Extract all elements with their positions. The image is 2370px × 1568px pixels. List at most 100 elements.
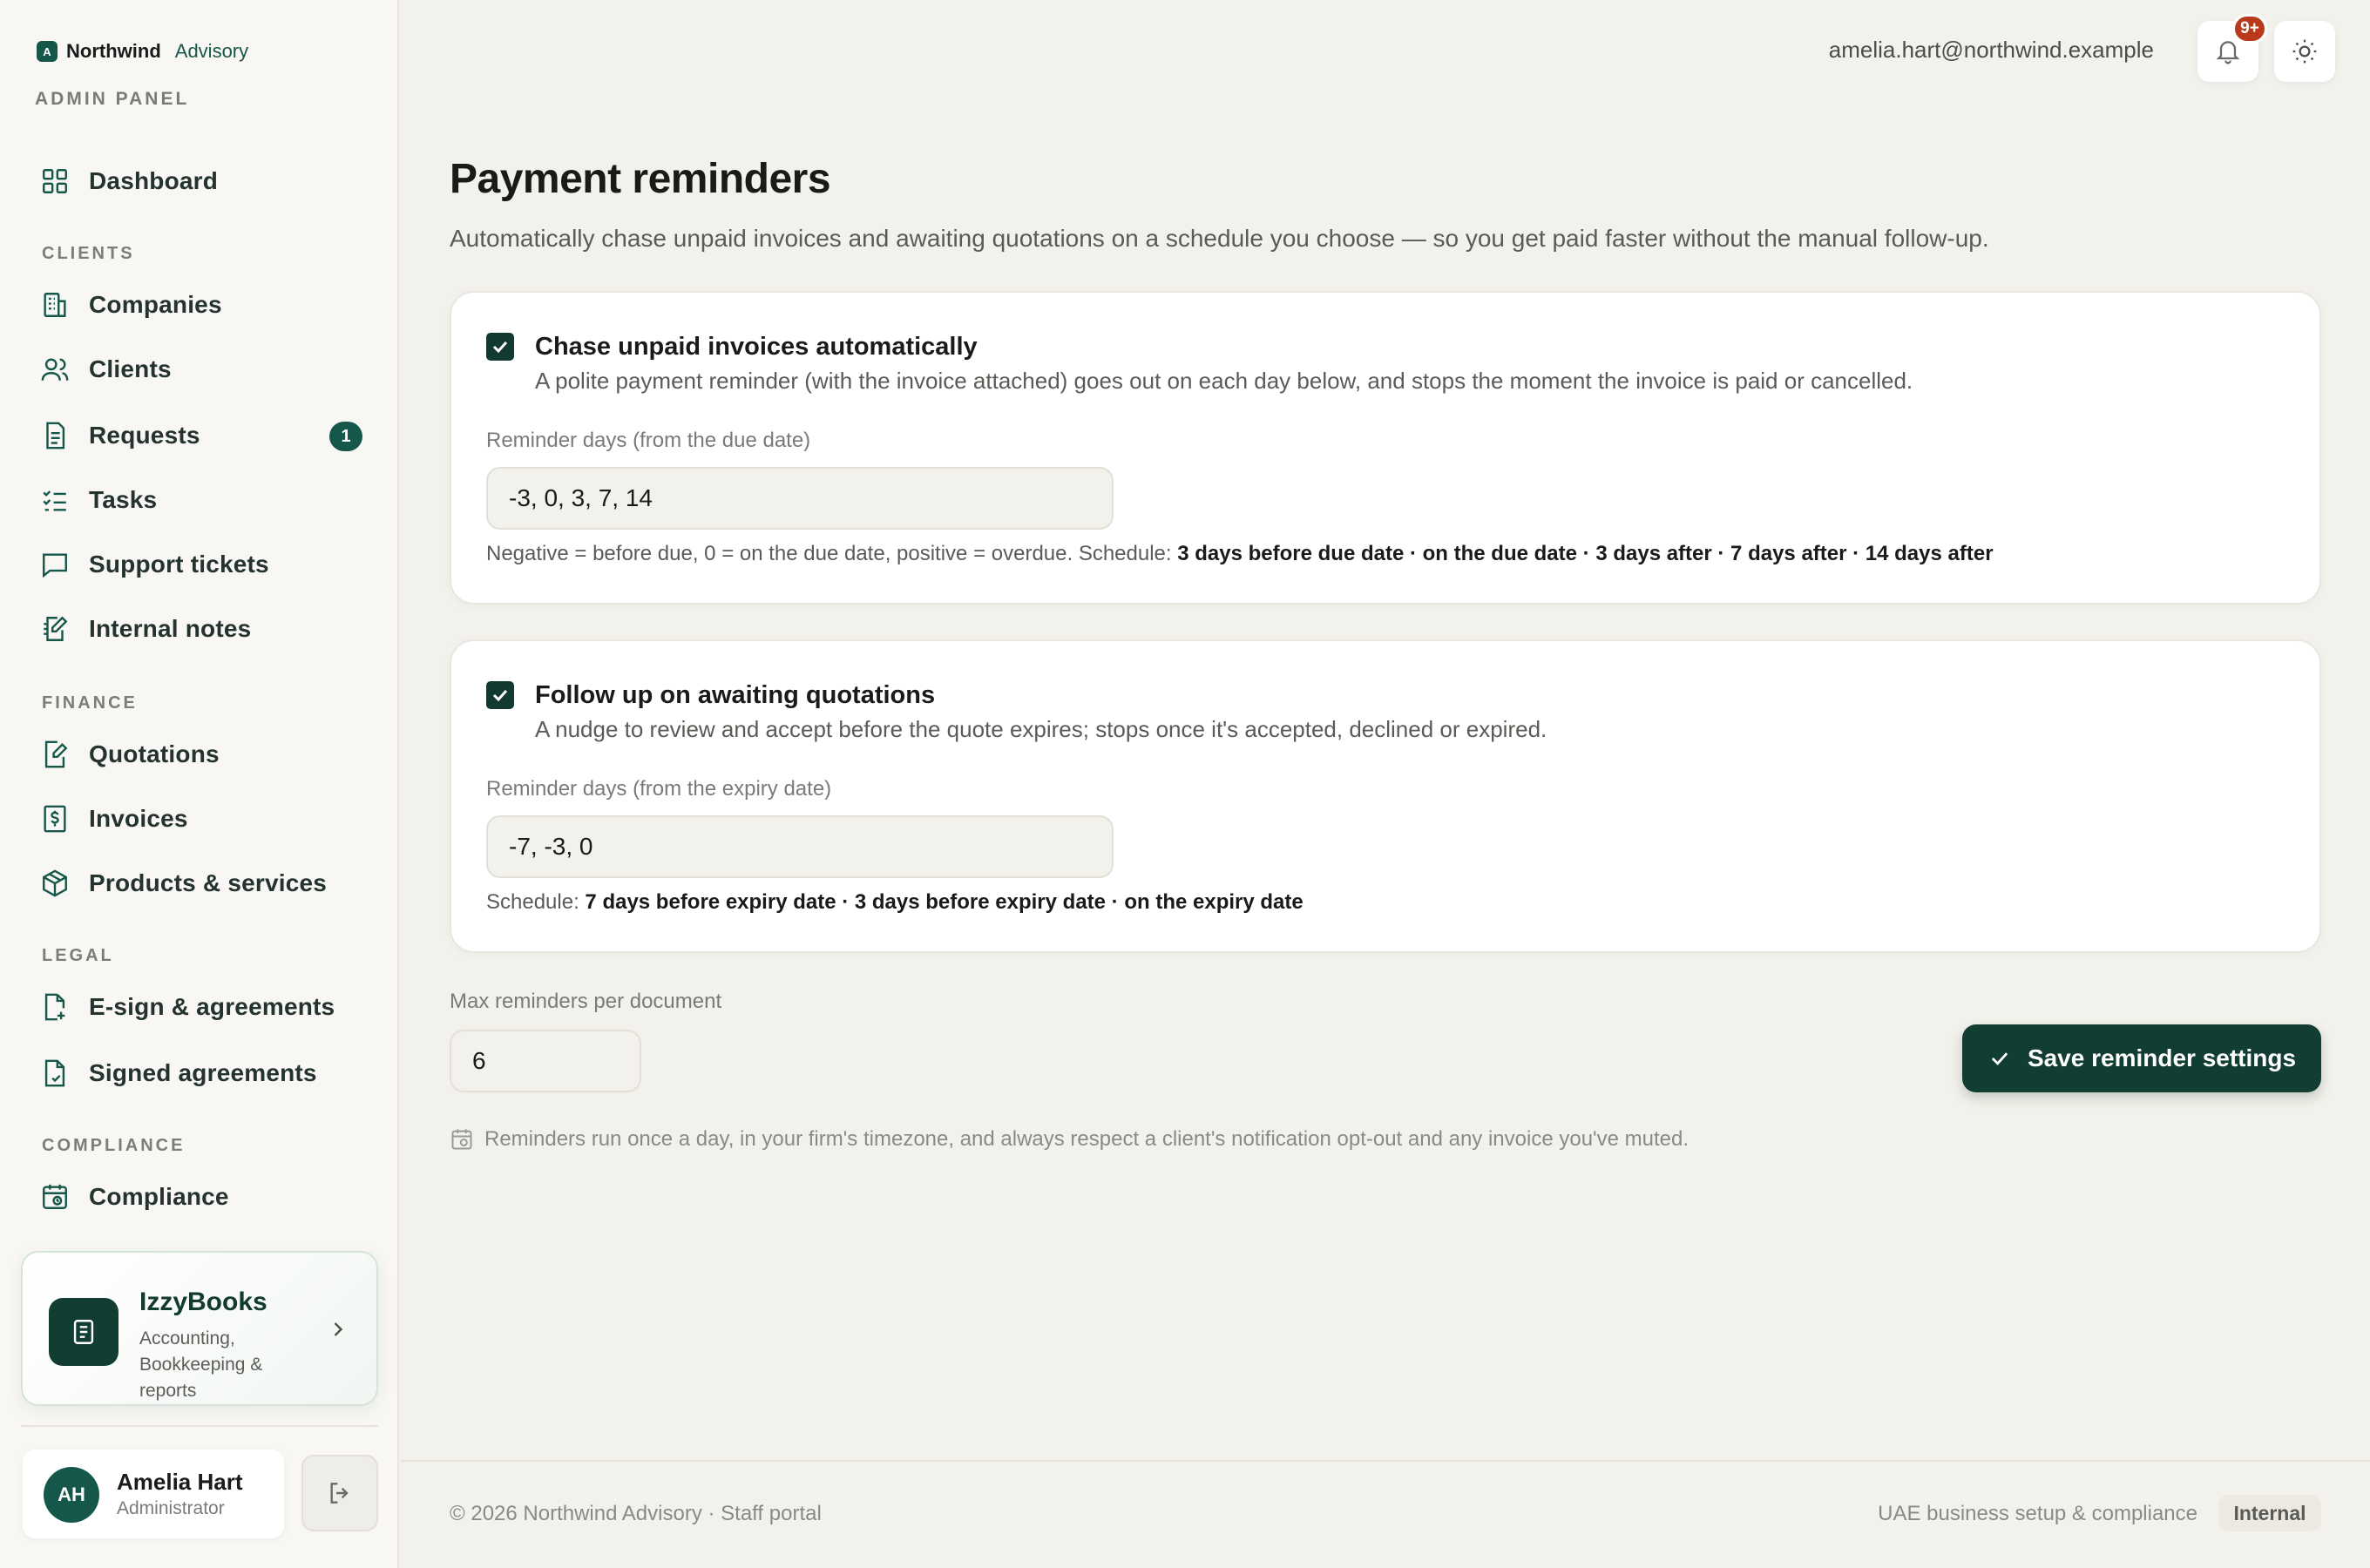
invoice-reminder-days-input[interactable] [486, 467, 1114, 530]
sidebar-item-support-tickets[interactable]: Support tickets [40, 544, 362, 585]
sidebar-item-esign[interactable]: E-sign & agreements [40, 986, 362, 1028]
user-role: Administrator [117, 1498, 225, 1518]
invoices-icon [44, 805, 66, 833]
sidebar-item-invoices[interactable]: Invoices [40, 798, 362, 840]
brand-name: Northwind [66, 40, 161, 62]
sidebar-item-label: Requests [89, 422, 200, 449]
notes-icon [44, 616, 68, 641]
user-card[interactable]: AH Amelia Hart Administrator [23, 1450, 284, 1538]
sidebar-item-label: Dashboard [89, 167, 219, 194]
notifications-button[interactable]: 9+ [2197, 14, 2267, 82]
sidebar-divider [21, 1425, 378, 1427]
sidebar-item-label: Clients [89, 355, 172, 382]
check-icon [492, 689, 508, 702]
promo-title: IzzyBooks [139, 1288, 267, 1316]
sidebar-item-requests[interactable]: Requests 1 [40, 415, 362, 456]
nav-section-clients: CLIENTS [42, 244, 135, 263]
bell-icon [2216, 41, 2240, 64]
nav-section-finance: FINANCE [42, 693, 138, 713]
calendar-icon [451, 1129, 472, 1150]
brand-sub: Advisory [174, 40, 249, 62]
logout-icon [330, 1483, 349, 1504]
avatar: AH [44, 1467, 99, 1523]
max-reminders-label: Max reminders per document [450, 990, 722, 1013]
nav-section-compliance: COMPLIANCE [42, 1136, 186, 1155]
footer-tagline: UAE business setup & compliance [1878, 1502, 2197, 1525]
esign-icon [44, 993, 65, 1021]
card-description: A polite payment reminder (with the invo… [535, 368, 1913, 394]
admin-panel-label: ADMIN PANEL [35, 89, 190, 109]
internal-badge: Internal [2218, 1495, 2321, 1531]
signed-icon [44, 1059, 65, 1087]
sidebar-item-quotations[interactable]: Quotations [40, 733, 362, 775]
sidebar: A Northwind Advisory ADMIN PANEL Dashboa… [0, 0, 399, 1568]
follow-up-quotations-checkbox[interactable] [486, 681, 514, 709]
theme-toggle-button[interactable] [2274, 21, 2335, 82]
invoice-reminders-card: Chase unpaid invoices automatically A po… [450, 291, 2321, 605]
sidebar-item-label: Internal notes [89, 615, 252, 642]
sidebar-item-label: Support tickets [89, 551, 269, 578]
schedule-summary: 3 days before due date · on the due date… [1177, 542, 1994, 565]
support-icon [43, 553, 67, 578]
dashboard-icon [43, 169, 67, 193]
quotation-schedule-hint: Schedule: 7 days before expiry date · 3 … [486, 890, 1304, 915]
sidebar-item-signed-agreements[interactable]: Signed agreements [40, 1052, 362, 1094]
user-email: amelia.hart@northwind.example [1828, 37, 2154, 63]
save-reminder-settings-button[interactable]: Save reminder settings [1962, 1024, 2321, 1092]
sidebar-item-label: Companies [89, 291, 222, 318]
companies-icon [44, 293, 66, 317]
invoice-schedule-hint: Negative = before due, 0 = on the due da… [486, 542, 1994, 566]
check-icon [492, 341, 508, 354]
sidebar-item-label: Products & services [89, 869, 328, 896]
quotation-reminders-card: Follow up on awaiting quotations A nudge… [450, 639, 2321, 953]
brand[interactable]: A Northwind Advisory [37, 40, 248, 63]
izzybooks-promo-card[interactable]: IzzyBooks Accounting, Bookkeeping & repo… [21, 1251, 378, 1406]
sidebar-item-label: E-sign & agreements [89, 993, 335, 1020]
sidebar-item-label: Signed agreements [89, 1059, 317, 1086]
footer-divider [401, 1460, 2370, 1462]
card-title: Chase unpaid invoices automatically [535, 333, 978, 361]
chase-invoices-checkbox[interactable] [486, 333, 514, 361]
check-icon [1991, 1052, 2008, 1065]
tasks-icon [43, 490, 66, 511]
quotations-icon [44, 740, 68, 768]
page-subtitle: Automatically chase unpaid invoices and … [450, 225, 1989, 252]
requests-count-badge: 1 [329, 422, 362, 451]
field-label: Reminder days (from the expiry date) [486, 777, 832, 801]
products-icon [43, 869, 67, 897]
sidebar-item-label: Quotations [89, 740, 220, 767]
sidebar-item-compliance[interactable]: Compliance [40, 1176, 362, 1218]
sidebar-item-tasks[interactable]: Tasks [40, 479, 362, 521]
requests-icon [46, 422, 65, 449]
hint-text: Negative = before due, 0 = on the due da… [486, 542, 1178, 565]
sidebar-item-products-services[interactable]: Products & services [40, 862, 362, 904]
nav-section-legal: LEGAL [42, 946, 114, 965]
sidebar-item-label: Compliance [89, 1183, 229, 1210]
footnote-text: Reminders run once a day, in your firm's… [484, 1127, 1689, 1151]
max-reminders-input[interactable] [450, 1030, 641, 1092]
notification-count-badge: 9+ [2232, 14, 2267, 44]
compliance-icon [43, 1184, 67, 1209]
save-button-label: Save reminder settings [2027, 1044, 2297, 1071]
logout-button[interactable] [301, 1455, 378, 1531]
clients-icon [41, 358, 69, 381]
sun-icon [2292, 39, 2317, 64]
sidebar-item-label: Tasks [89, 486, 158, 513]
reminder-footnote: Reminders run once a day, in your firm's… [450, 1127, 1689, 1152]
sidebar-item-label: Invoices [89, 805, 188, 832]
card-title: Follow up on awaiting quotations [535, 681, 936, 709]
book-icon [49, 1298, 118, 1366]
sidebar-item-internal-notes[interactable]: Internal notes [40, 608, 362, 650]
sidebar-item-dashboard[interactable]: Dashboard [40, 160, 362, 202]
quotation-reminder-days-input[interactable] [486, 815, 1114, 878]
sidebar-item-companies[interactable]: Companies [40, 284, 362, 326]
hint-text: Schedule: [486, 890, 586, 914]
field-label: Reminder days (from the due date) [486, 429, 811, 452]
footer-copyright: © 2026 Northwind Advisory · Staff portal [450, 1502, 822, 1525]
sidebar-item-clients[interactable]: Clients [40, 348, 362, 390]
promo-description: Accounting, Bookkeeping & reports [139, 1328, 263, 1401]
card-description: A nudge to review and accept before the … [535, 716, 1547, 742]
user-name: Amelia Hart [117, 1469, 243, 1495]
chevron-right-icon [326, 1317, 350, 1346]
page-title: Payment reminders [450, 156, 831, 202]
